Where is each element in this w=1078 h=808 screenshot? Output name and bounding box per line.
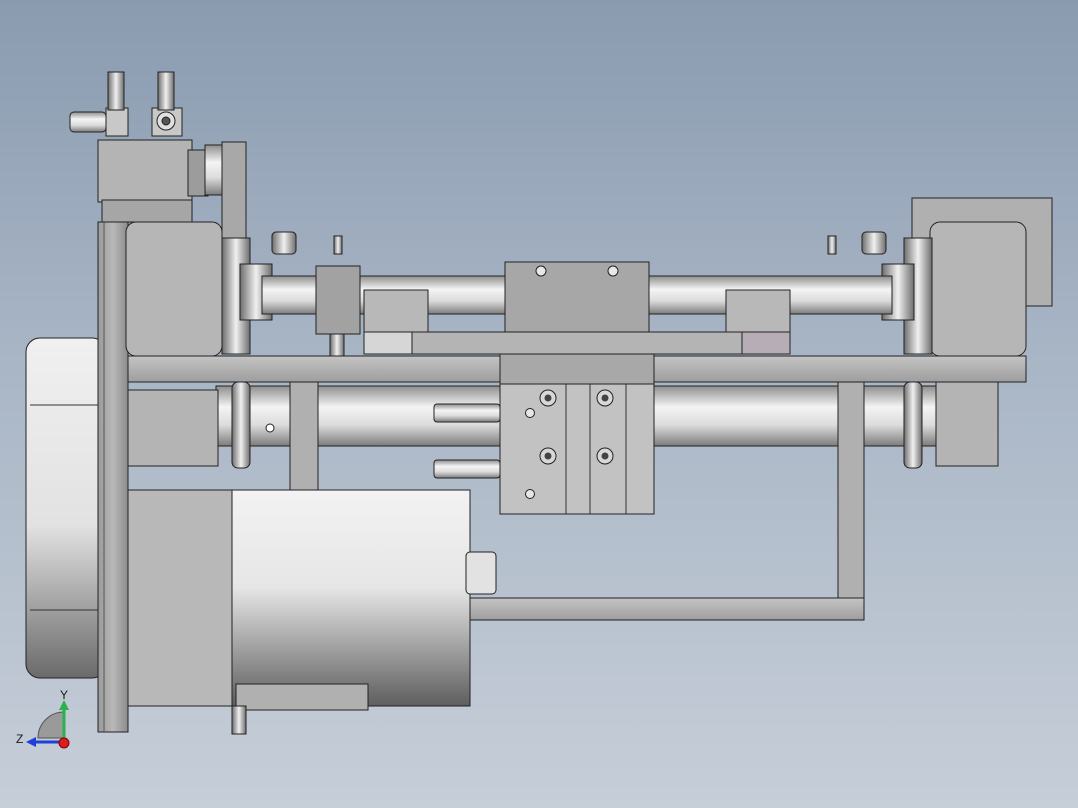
assembly-model[interactable] — [0, 0, 1078, 808]
small-fitting-left — [271, 231, 343, 255]
triad-z-label: Z — [16, 732, 24, 746]
right-bearing-housing — [881, 197, 1053, 357]
drive-motor — [127, 489, 497, 735]
sprocket-left — [231, 381, 251, 469]
triad-y-label: Y — [60, 688, 69, 702]
linear-bearing-right — [725, 289, 791, 335]
cylinder-fitting-upper — [433, 403, 501, 423]
slide-bar — [363, 331, 791, 355]
air-fitting-right — [151, 71, 183, 137]
lower-right-block — [935, 381, 999, 467]
coordinate-triad[interactable] — [26, 700, 70, 749]
lower-left-block — [127, 389, 219, 467]
linear-bearing-left — [363, 289, 429, 335]
sensor-bracket — [315, 265, 361, 357]
small-fitting-right — [827, 231, 887, 255]
air-fitting-left — [69, 71, 129, 137]
cylinder-fitting-lower — [433, 459, 501, 479]
cad-viewport[interactable]: Y Z — [0, 0, 1078, 808]
left-vertical-plate — [97, 221, 129, 733]
slide-cylinder — [499, 353, 655, 515]
center-top-bracket — [504, 261, 650, 335]
sprocket-right — [903, 381, 923, 469]
left-motor — [25, 337, 107, 679]
left-bearing-housing — [125, 221, 273, 357]
